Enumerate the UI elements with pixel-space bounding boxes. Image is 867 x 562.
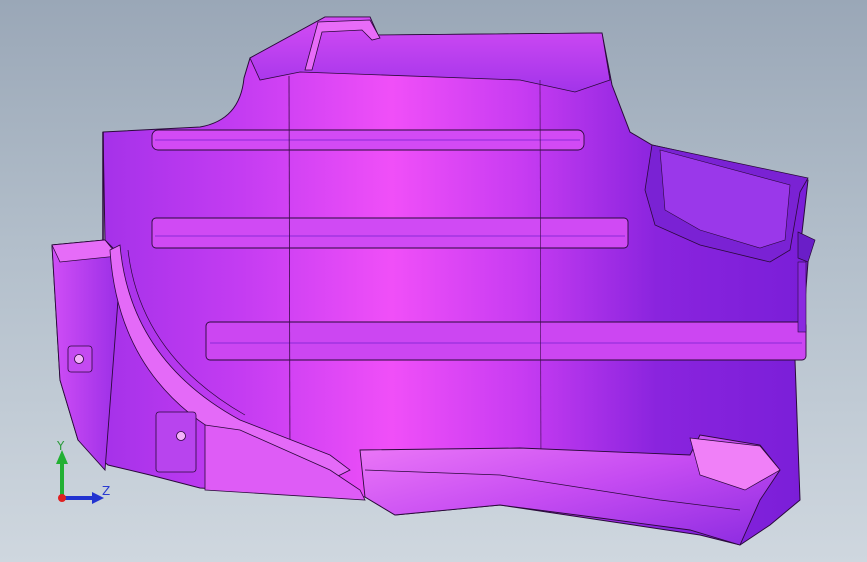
- y-axis-label: Y: [56, 439, 65, 453]
- x-axis-dot: [58, 494, 66, 502]
- orientation-triad: Y Z: [56, 439, 110, 504]
- lower-mount-boss: [155, 411, 197, 473]
- z-axis-label: Z: [102, 484, 110, 498]
- part-model[interactable]: [0, 0, 867, 562]
- right-clip: [797, 231, 816, 263]
- lower-mount-hole: [176, 431, 186, 441]
- graphics-viewport[interactable]: Y Z: [0, 0, 867, 562]
- right-edge-slot: [797, 261, 807, 333]
- rib-2: [151, 217, 629, 249]
- rib-3: [205, 321, 807, 361]
- left-mount-hole: [74, 354, 84, 364]
